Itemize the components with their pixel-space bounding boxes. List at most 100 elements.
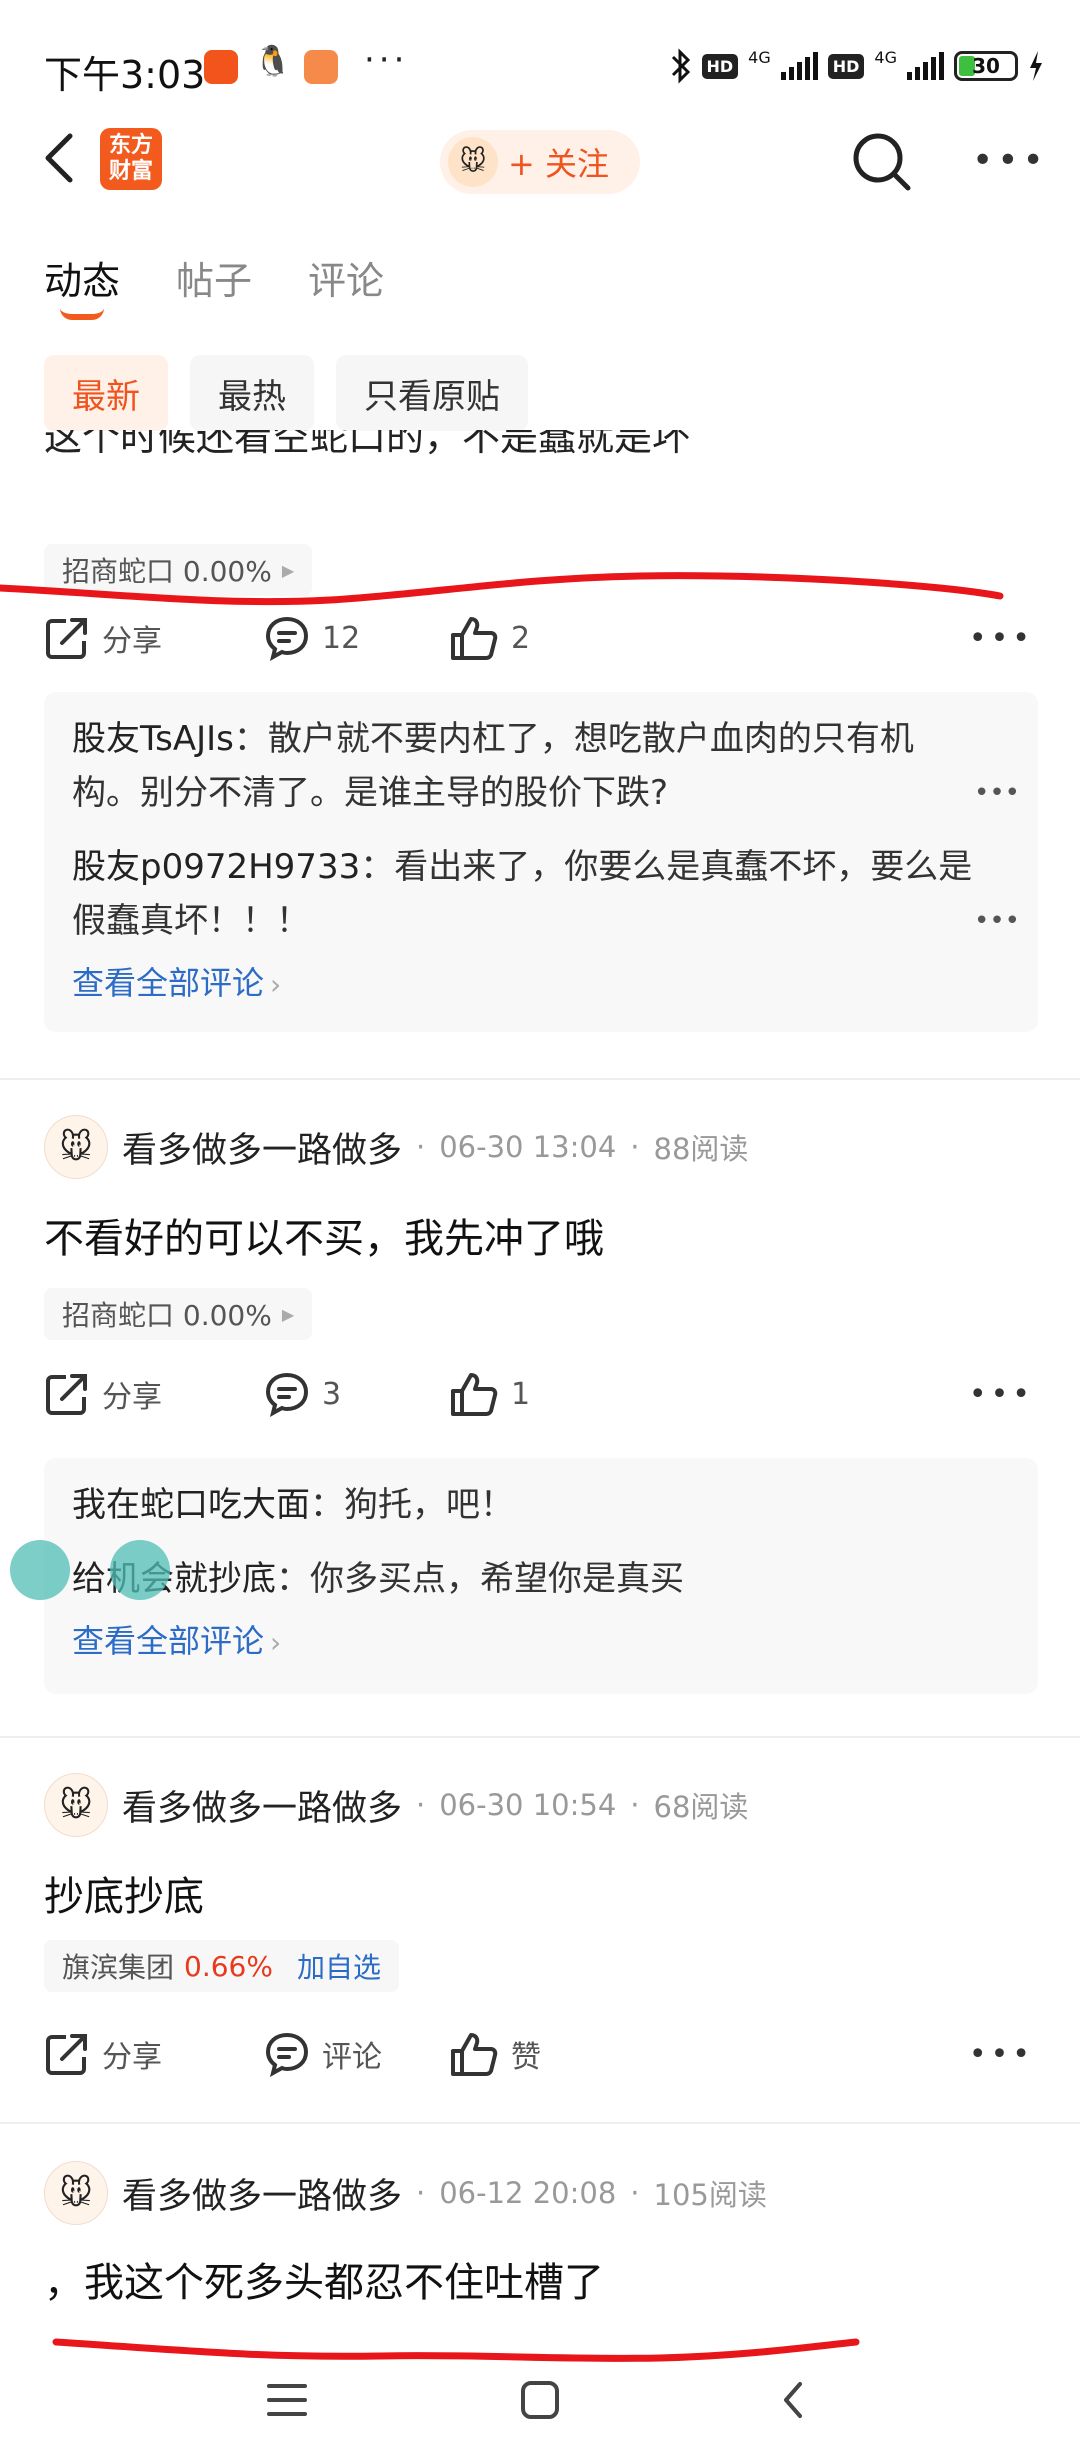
avatar[interactable]: 🐭 <box>44 1115 108 1179</box>
home-button[interactable] <box>510 2370 570 2430</box>
comment-button[interactable]: 12 <box>264 615 449 661</box>
post-more-button[interactable]: ••• <box>969 621 1034 656</box>
back-button[interactable] <box>40 128 90 198</box>
divider <box>0 1078 1080 1080</box>
hd-badge: HD <box>701 53 739 79</box>
filter-hottest[interactable]: 最热 <box>190 355 314 431</box>
comment-author[interactable]: 我在蛇口吃大面 <box>72 1485 310 1525</box>
share-label: 分享 <box>102 2040 162 2075</box>
post-actions: 分享 3 1 ••• <box>44 1364 1044 1424</box>
meta-separator: · <box>630 1788 640 1822</box>
floating-touch-bubble-right[interactable] <box>110 1540 170 1600</box>
stock-label: 招商蛇口 0.00% <box>62 1299 272 1332</box>
ellipsis-icon: ••• <box>973 906 1020 936</box>
post-date: 06-12 20:08 <box>439 2176 617 2210</box>
like-button[interactable]: 2 <box>449 615 649 661</box>
post-more-button[interactable]: ••• <box>969 1377 1034 1412</box>
chevron-right-icon: › <box>270 968 282 1001</box>
avatar[interactable]: 🐭 <box>44 2161 108 2225</box>
post-body[interactable]: 抄底抄底 <box>44 1864 204 1922</box>
menu-icon <box>266 2384 307 2416</box>
follow-button[interactable]: 🐭 + 关注 <box>440 130 640 194</box>
battery-level: 30 <box>972 54 1000 78</box>
status-time: 下午3:03 <box>44 53 206 97</box>
caret-right-icon: ▶ <box>281 1304 295 1324</box>
stock-change: 0.66% <box>184 1949 273 1983</box>
chevron-right-icon: › <box>270 1626 282 1659</box>
stock-tag[interactable]: 旗滨集团 0.66% 加自选 <box>44 1940 399 1992</box>
post-date: 06-30 13:04 <box>439 1130 617 1164</box>
charging-icon <box>1030 51 1042 81</box>
post-body[interactable]: 不看好的可以不买，我先冲了哦 <box>44 1206 604 1264</box>
network-type: 4G <box>748 48 771 67</box>
add-to-watchlist-button[interactable]: 加自选 <box>297 1946 381 1986</box>
comment-icon <box>265 1372 309 1417</box>
search-button[interactable] <box>850 130 914 194</box>
share-button[interactable]: 分享 <box>44 2031 264 2077</box>
stock-name: 旗滨集团 <box>62 1951 175 1984</box>
comments-preview: 股友TsAJIs：散户就不要内杠了，想吃散户血肉的只有机构。别分不清了。是谁主导… <box>44 692 1038 1032</box>
comment-author[interactable]: 股友p0972H9733 <box>72 847 360 887</box>
ellipsis-icon: ••• <box>973 778 1020 808</box>
tab-dynamics[interactable]: 动态 <box>44 250 120 320</box>
app-notification-icon <box>204 50 238 84</box>
home-square-icon <box>520 2381 559 2419</box>
app-logo[interactable]: 东方财富 <box>100 128 162 190</box>
like-count: 2 <box>511 620 531 656</box>
username[interactable]: 看多做多一路做多 <box>122 2168 402 2219</box>
post-body-partial[interactable]: 这个时候还看空蛇口的，不是蠢就是坏 <box>44 430 690 490</box>
filter-latest[interactable]: 最新 <box>44 355 168 431</box>
status-bar: 下午3:03 🐧 ··· HD 4G HD 4G 30 <box>0 0 1080 130</box>
signal-icon-2 <box>907 52 944 80</box>
network-type-2: 4G <box>874 48 897 67</box>
like-label: 赞 <box>511 2040 541 2075</box>
view-all-comments-link[interactable]: 查看全部评论 › <box>72 958 1010 1004</box>
read-count: 88阅读 <box>653 1132 749 1166</box>
feed[interactable]: 这个时候还看空蛇口的，不是蠢就是坏 招商蛇口 0.00% ▶ 分享 12 2 ••… <box>0 430 1080 2330</box>
username[interactable]: 看多做多一路做多 <box>122 1122 402 1173</box>
comment-button[interactable]: 3 <box>264 1371 449 1417</box>
comments-preview: 我在蛇口吃大面：狗托，吧！ 给机会就抄底：你多买点，希望你是真买 查看全部评论 › <box>44 1458 1038 1694</box>
tab-active-indicator <box>60 308 104 320</box>
status-right: HD 4G HD 4G 30 <box>670 48 1045 84</box>
recent-apps-button[interactable] <box>257 2370 317 2430</box>
meta-separator: · <box>416 2176 426 2210</box>
comment-item[interactable]: 股友TsAJIs：散户就不要内杠了，想吃散户血肉的只有机构。别分不清了。是谁主导… <box>72 712 1020 820</box>
like-button[interactable]: 赞 <box>449 2031 649 2077</box>
system-back-button[interactable] <box>763 2370 823 2430</box>
annotation-stroke-top <box>0 572 1004 606</box>
thumbs-up-icon <box>451 2033 498 2076</box>
filter-bar: 最新 最热 只看原贴 <box>44 355 528 431</box>
meta-separator: · <box>630 1130 640 1164</box>
filter-original-only[interactable]: 只看原贴 <box>336 355 528 431</box>
battery-icon: 30 <box>954 51 1018 81</box>
view-all-comments-link[interactable]: 查看全部评论 › <box>72 1616 1010 1662</box>
more-options-button[interactable]: ••• <box>972 140 1044 181</box>
comment-item[interactable]: 股友p0972H9733：看出来了，你要么是真蠢不坏，要么是假蠢真坏！！！ ••… <box>72 840 1020 948</box>
tab-posts[interactable]: 帖子 <box>176 250 252 305</box>
post-body[interactable]: ，我这个死多头都忍不住吐槽了 <box>44 2250 604 2308</box>
post-actions: 分享 评论 赞 ••• <box>44 2024 1044 2084</box>
comment-item[interactable]: 我在蛇口吃大面：狗托，吧！ <box>72 1478 1010 1532</box>
like-button[interactable]: 1 <box>449 1371 649 1417</box>
comment-item[interactable]: 给机会就抄底：你多买点，希望你是真买 <box>72 1552 1010 1606</box>
comment-author[interactable]: 股友TsAJIs <box>72 719 234 759</box>
tab-comments[interactable]: 评论 <box>308 250 384 305</box>
comment-author[interactable]: 给机会就抄底 <box>72 1559 276 1599</box>
post-header: 🐭 看多做多一路做多 · 06-12 20:08 · 105阅读 <box>44 2158 767 2228</box>
back-chevron-icon <box>784 2382 803 2418</box>
hd-badge-2: HD <box>827 53 865 79</box>
share-button[interactable]: 分享 <box>44 1371 264 1417</box>
share-icon <box>46 618 87 659</box>
meta-separator: · <box>416 1130 426 1164</box>
floating-touch-bubble-left[interactable] <box>10 1540 70 1600</box>
comment-button[interactable]: 评论 <box>264 2031 449 2077</box>
share-icon <box>46 1374 87 1415</box>
username[interactable]: 看多做多一路做多 <box>122 1780 402 1831</box>
post-header: 🐭 看多做多一路做多 · 06-30 13:04 · 88阅读 <box>44 1112 748 1182</box>
avatar[interactable]: 🐭 <box>44 1773 108 1837</box>
post-more-button[interactable]: ••• <box>969 2037 1034 2072</box>
stock-tag[interactable]: 招商蛇口 0.00% ▶ <box>44 1288 313 1340</box>
share-button[interactable]: 分享 <box>44 615 264 661</box>
read-count: 68阅读 <box>653 1790 749 1824</box>
